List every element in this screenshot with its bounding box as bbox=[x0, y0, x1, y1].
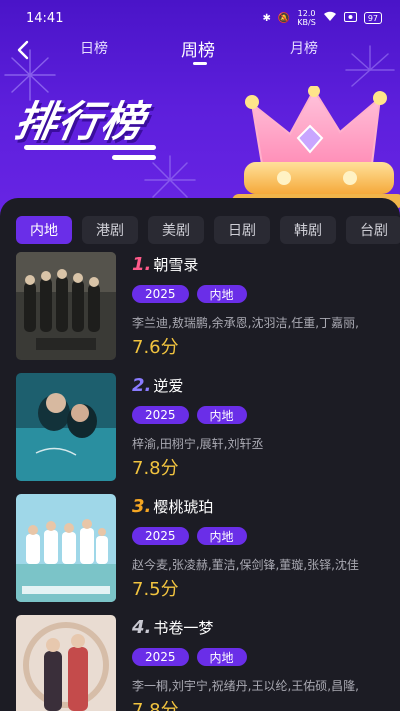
battery-icon: 97 bbox=[363, 12, 382, 24]
region-tag: 内地 bbox=[196, 285, 247, 303]
ranking-item[interactable]: 4. 书卷一梦 2025 内地 李一桐,刘宇宁,祝绪丹,王以纶,王佑硕,昌隆, … bbox=[16, 615, 400, 711]
year-tag: 2025 bbox=[132, 406, 189, 424]
item-title: 4. 书卷一梦 bbox=[132, 617, 213, 638]
status-icons: ✱ 🔕 12.0 KB/S 97 bbox=[262, 9, 382, 27]
tab-weekly[interactable]: 周榜 bbox=[181, 36, 215, 61]
cast-list: 梓渝,田栩宁,展轩,刘轩丞 bbox=[132, 437, 264, 451]
banner-underline bbox=[112, 155, 156, 160]
filter-mainland[interactable]: 内地 bbox=[16, 216, 72, 244]
region-tag: 内地 bbox=[196, 648, 247, 666]
year-tag: 2025 bbox=[132, 648, 189, 666]
active-tab-indicator bbox=[193, 62, 207, 65]
title-text: 逆爱 bbox=[153, 377, 184, 395]
status-time: 14:41 bbox=[26, 10, 64, 26]
region-tag: 内地 bbox=[196, 527, 247, 545]
screen-record-icon bbox=[343, 11, 357, 25]
tag-list: 2025 内地 bbox=[132, 527, 247, 545]
score: 7.8分 bbox=[132, 700, 179, 711]
network-speed: 12.0 KB/S bbox=[297, 9, 316, 27]
region-tag: 内地 bbox=[196, 406, 247, 424]
rank-number: 2. bbox=[132, 375, 152, 396]
tag-list: 2025 内地 bbox=[132, 406, 247, 424]
ranking-item[interactable]: 3. 樱桃琥珀 2025 内地 赵今麦,张凌赫,董洁,保剑锋,董璇,张铎,沈佳 … bbox=[16, 494, 400, 602]
rank-number: 1. bbox=[132, 254, 152, 275]
ranking-panel: 内地 港剧 美剧 日剧 韩剧 台剧 1. 朝雪录 2025 内地 李兰迪,敖瑞鹏… bbox=[0, 198, 400, 711]
cast-list: 李兰迪,敖瑞鹏,余承恩,沈羽洁,任重,丁嘉丽, bbox=[132, 316, 359, 330]
poster-image bbox=[16, 494, 116, 602]
filter-japan[interactable]: 日剧 bbox=[214, 216, 270, 244]
rank-number: 4. bbox=[132, 617, 152, 638]
poster-image bbox=[16, 615, 116, 711]
tag-list: 2025 内地 bbox=[132, 648, 247, 666]
item-title: 2. 逆爱 bbox=[132, 375, 183, 396]
tab-daily[interactable]: 日榜 bbox=[80, 38, 108, 58]
item-title: 1. 朝雪录 bbox=[132, 254, 198, 275]
tag-list: 2025 内地 bbox=[132, 285, 247, 303]
filter-us[interactable]: 美剧 bbox=[148, 216, 204, 244]
item-title: 3. 樱桃琥珀 bbox=[132, 496, 213, 517]
rank-number: 3. bbox=[132, 496, 152, 517]
filter-taiwan[interactable]: 台剧 bbox=[346, 216, 400, 244]
net-speed-value: 12.0 bbox=[297, 9, 316, 18]
tab-monthly[interactable]: 月榜 bbox=[290, 38, 318, 58]
wifi-icon bbox=[323, 11, 337, 25]
status-bar: 14:41 ✱ 🔕 12.0 KB/S 97 bbox=[0, 0, 400, 36]
score: 7.6分 bbox=[132, 337, 179, 358]
ranking-item[interactable]: 2. 逆爱 2025 内地 梓渝,田栩宁,展轩,刘轩丞 7.8分 bbox=[16, 373, 400, 481]
region-filter: 内地 港剧 美剧 日剧 韩剧 台剧 bbox=[16, 216, 400, 244]
bluetooth-icon: ✱ bbox=[262, 12, 271, 24]
ranking-item[interactable]: 1. 朝雪录 2025 内地 李兰迪,敖瑞鹏,余承恩,沈羽洁,任重,丁嘉丽, 7… bbox=[16, 252, 400, 360]
filter-hongkong[interactable]: 港剧 bbox=[82, 216, 138, 244]
cast-list: 赵今麦,张凌赫,董洁,保剑锋,董璇,张铎,沈佳 bbox=[132, 558, 359, 572]
score: 7.5分 bbox=[132, 579, 179, 600]
filter-korea[interactable]: 韩剧 bbox=[280, 216, 336, 244]
year-tag: 2025 bbox=[132, 527, 189, 545]
year-tag: 2025 bbox=[132, 285, 189, 303]
crown-icon bbox=[232, 86, 400, 208]
title-text: 樱桃琥珀 bbox=[153, 498, 214, 516]
title-text: 书卷一梦 bbox=[153, 619, 214, 637]
title-text: 朝雪录 bbox=[153, 256, 199, 274]
back-arrow-icon[interactable] bbox=[12, 38, 36, 62]
banner-underline bbox=[24, 145, 156, 150]
poster-image bbox=[16, 252, 116, 360]
poster-image bbox=[16, 373, 116, 481]
net-speed-unit: KB/S bbox=[297, 18, 316, 27]
cast-list: 李一桐,刘宇宁,祝绪丹,王以纶,王佑硕,昌隆, bbox=[132, 679, 359, 693]
banner-title: 排行榜 bbox=[11, 97, 149, 146]
score: 7.8分 bbox=[132, 458, 179, 479]
mute-icon: 🔕 bbox=[277, 12, 291, 24]
